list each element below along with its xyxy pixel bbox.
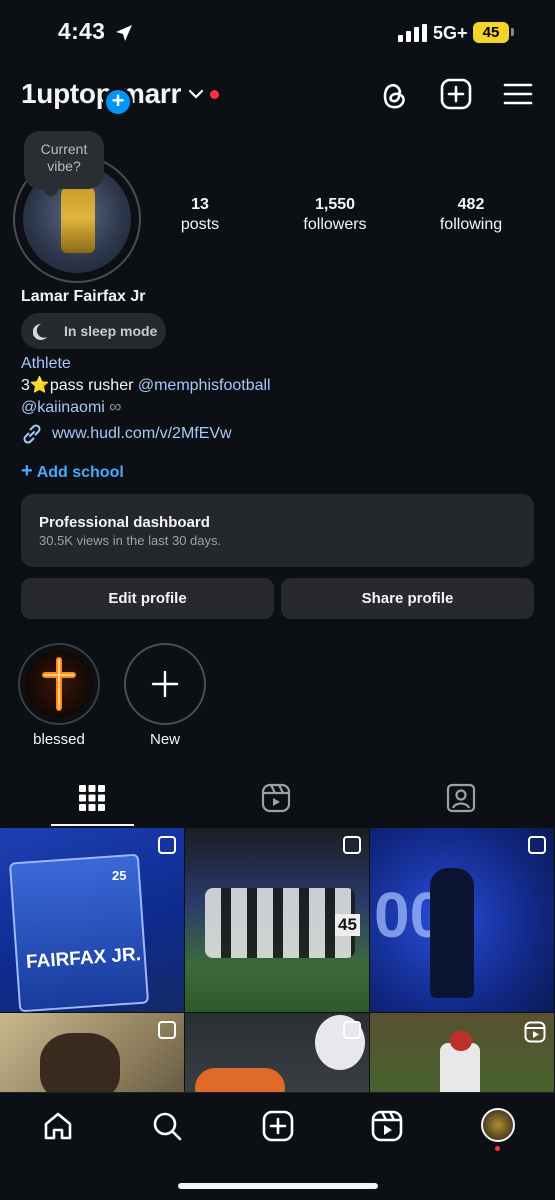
add-school-label: Add school	[36, 464, 124, 481]
followers-count: 1,550	[314, 196, 356, 213]
mention-link[interactable]: @kaiinaomi	[21, 399, 105, 416]
profile-tabs	[0, 777, 555, 827]
sleep-mode-label: In sleep mode	[64, 323, 158, 339]
notification-dot	[495, 1146, 500, 1151]
dashboard-subtitle: 30.5K views in the last 30 days.	[39, 533, 222, 548]
bio-line-2: @kaiinaomi ∞	[21, 397, 121, 417]
battery-icon: 45	[473, 22, 509, 43]
grid-post[interactable]: 45	[185, 828, 369, 1012]
add-story-button[interactable]: +	[103, 87, 133, 117]
reel-icon	[524, 1021, 546, 1043]
battery-tip	[511, 28, 514, 36]
search-icon[interactable]	[151, 1110, 183, 1142]
active-tab-indicator	[51, 824, 134, 826]
highlight-blessed[interactable]	[18, 643, 100, 725]
carousel-icon	[343, 1021, 361, 1039]
grid-icon[interactable]	[79, 785, 105, 811]
carousel-icon	[158, 1021, 176, 1039]
highlight-label: blessed	[33, 731, 85, 748]
post-number: 25	[112, 868, 127, 883]
highlight-label: New	[149, 731, 180, 748]
home-indicator	[178, 1183, 378, 1189]
location-arrow-icon	[116, 25, 132, 41]
following-label: following	[439, 216, 503, 233]
cross-icon	[42, 657, 76, 711]
reels-nav-icon[interactable]	[371, 1110, 403, 1142]
create-post-icon[interactable]	[440, 78, 472, 110]
plus-icon	[151, 670, 179, 698]
signal-icon	[398, 24, 427, 42]
professional-dashboard[interactable]: Professional dashboard 30.5K views in th…	[21, 494, 534, 567]
grid-post[interactable]: FAIRFAX JR. 25	[0, 828, 184, 1012]
threads-icon[interactable]	[378, 78, 410, 112]
moon-icon	[33, 323, 47, 340]
carousel-icon	[528, 836, 546, 854]
link-text[interactable]: www.hudl.com/v/2MfEVw	[52, 425, 232, 443]
posts-count: 13	[191, 196, 209, 213]
infinity-symbol: ∞	[109, 397, 122, 416]
highlight-cover	[25, 650, 93, 718]
grid-post[interactable]: 00	[370, 828, 554, 1012]
grid-post[interactable]	[0, 1013, 184, 1092]
mention-link[interactable]: @memphisfootball	[138, 377, 271, 394]
jersey-number: 45	[335, 914, 360, 936]
followers-label: followers	[303, 216, 367, 233]
bio-text: 3⭐️pass rusher	[21, 377, 138, 394]
add-school-button[interactable]: + Add school	[21, 460, 124, 483]
stat-followers[interactable]: 1,550 followers	[275, 196, 395, 234]
dashboard-title: Professional dashboard	[39, 514, 210, 531]
carousel-icon	[158, 836, 176, 854]
stat-following[interactable]: 482 following	[411, 196, 531, 234]
posts-label: posts	[180, 216, 220, 233]
plus-icon: +	[21, 460, 33, 482]
share-profile-button[interactable]: Share profile	[281, 578, 534, 619]
carousel-icon	[343, 836, 361, 854]
bio-line-1: 3⭐️pass rusher @memphisfootball	[21, 375, 271, 395]
highlight-new[interactable]	[124, 643, 206, 725]
grid-post[interactable]	[370, 1013, 554, 1092]
posts-grid: FAIRFAX JR. 25 45 00	[0, 828, 555, 1092]
current-vibe-note[interactable]: Current vibe?	[24, 131, 104, 196]
following-count: 482	[457, 196, 485, 213]
create-icon[interactable]	[262, 1110, 294, 1142]
menu-icon[interactable]	[503, 82, 533, 106]
full-name: Lamar Fairfax Jr	[21, 288, 146, 305]
username[interactable]: 1uptop.marr	[21, 78, 181, 110]
edit-profile-button[interactable]: Edit profile	[21, 578, 274, 619]
profile-category: Athlete	[21, 355, 71, 372]
notification-dot	[210, 90, 219, 99]
reels-icon[interactable]	[261, 783, 291, 813]
grid-post[interactable]	[185, 1013, 369, 1092]
status-time: 4:43	[58, 18, 106, 44]
network-label: 5G+	[433, 23, 468, 43]
link-icon	[23, 424, 41, 444]
stat-posts[interactable]: 13 posts	[140, 196, 260, 234]
status-bar: 4:43 5G+ 45	[0, 0, 555, 66]
profile-nav-avatar[interactable]	[481, 1108, 515, 1142]
profile-header: 1uptop.marr	[0, 70, 555, 120]
tagged-icon[interactable]	[446, 783, 476, 813]
sleep-mode-pill[interactable]: In sleep mode	[21, 313, 166, 349]
chevron-down-icon[interactable]	[188, 88, 204, 100]
home-icon[interactable]	[42, 1110, 74, 1142]
